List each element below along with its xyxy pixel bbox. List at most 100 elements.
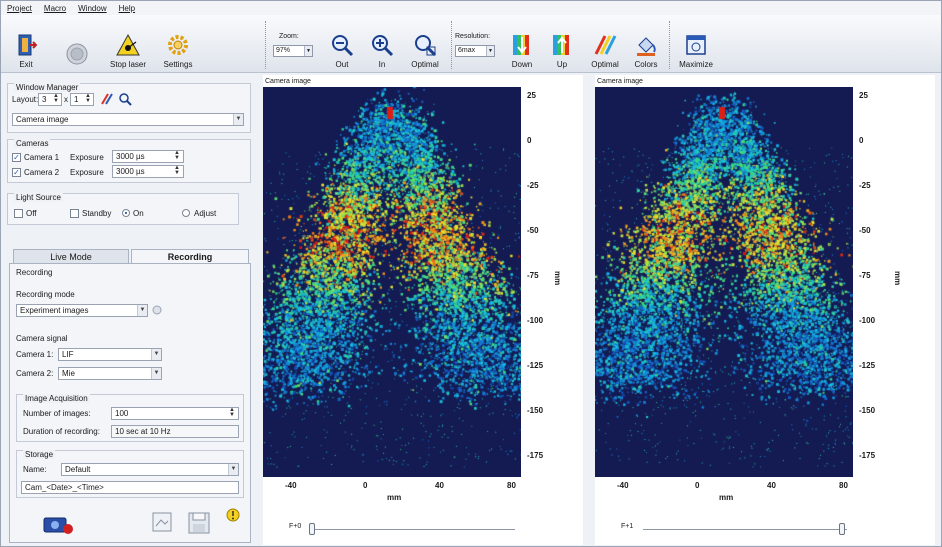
menu-project[interactable]: Project xyxy=(1,4,38,13)
camera1-label: Camera 1 xyxy=(24,153,60,162)
zoom-out-icon xyxy=(332,35,354,57)
light-on-radio[interactable] xyxy=(122,209,130,217)
resolution-up-button[interactable]: Up xyxy=(547,19,577,71)
stop-laser-button[interactable]: Stop laser xyxy=(105,19,151,71)
light-standby-label: Standby xyxy=(82,209,112,218)
x-tick-label: 80 xyxy=(507,481,516,490)
x-tick-label: 40 xyxy=(435,481,444,490)
color-bar-down-icon xyxy=(513,35,529,55)
colors-button[interactable]: Colors xyxy=(629,19,663,71)
toolbar-separator xyxy=(451,21,452,69)
camera2-exposure-field[interactable]: 3000 µs ▲ ▼ xyxy=(112,165,184,178)
zoom-in-button[interactable]: In xyxy=(367,19,397,71)
frame-slider-thumb[interactable] xyxy=(839,523,845,535)
lens-icon xyxy=(66,43,88,65)
signal-cam1-select[interactable]: LIF ▼ xyxy=(58,348,162,361)
x-tick-label: 0 xyxy=(695,481,700,490)
exit-label: Exit xyxy=(19,60,33,69)
file-pattern-field[interactable]: Cam_<Date>_<Time> xyxy=(21,481,239,494)
color-optimal-button[interactable]: Optimal xyxy=(585,19,625,71)
spinner-arrows-icon: ▲ ▼ xyxy=(53,93,59,104)
chevron-down-icon: ▼ xyxy=(304,46,312,56)
resolution-down-button[interactable]: Down xyxy=(505,19,539,71)
storage-name-select[interactable]: Default ▼ xyxy=(61,463,239,476)
light-standby-checkbox[interactable] xyxy=(70,209,79,218)
camera1-exposure-field[interactable]: 3000 µs ▲ ▼ xyxy=(112,150,184,163)
auto-layout-icon[interactable] xyxy=(100,92,114,106)
chevron-down-icon: ▼ xyxy=(137,305,147,316)
number-of-images-field[interactable]: 100 ▲ ▼ xyxy=(111,407,239,420)
menu-macro[interactable]: Macro xyxy=(38,4,72,13)
menu-help[interactable]: Help xyxy=(113,4,141,13)
zoom-fit-icon[interactable] xyxy=(118,92,132,106)
light-off-checkbox[interactable] xyxy=(14,209,23,218)
frame-slider-thumb[interactable] xyxy=(309,523,315,535)
spinner-arrows-icon: ▲ ▼ xyxy=(174,150,180,161)
y-axis-unit: mm xyxy=(553,271,562,286)
settings-button[interactable]: Settings xyxy=(157,19,199,71)
signal-cam2-label: Camera 2: xyxy=(16,369,54,378)
y-tick-label: -75 xyxy=(527,271,539,280)
layout-times-label: x xyxy=(64,95,68,104)
number-of-images-value: 100 xyxy=(115,409,129,418)
x-tick-label: 0 xyxy=(363,481,368,490)
camera-image-canvas[interactable] xyxy=(263,87,521,477)
camera-lens-button[interactable] xyxy=(59,19,95,71)
storage-name-value: Default xyxy=(65,465,91,474)
exit-button[interactable]: Exit xyxy=(9,19,43,71)
y-tick-label: 0 xyxy=(859,136,864,145)
camera-image-canvas[interactable] xyxy=(595,87,853,477)
zoom-optimal-label: Optimal xyxy=(411,60,439,69)
paint-bucket-icon xyxy=(637,37,656,56)
laser-warning-icon xyxy=(116,33,140,56)
layout-x-spinner[interactable]: 3 ▲ ▼ xyxy=(38,93,62,106)
zoom-out-button[interactable]: Out xyxy=(327,19,357,71)
recording-mode-label: Recording mode xyxy=(16,290,75,299)
control-panel: Window Manager Layout: 3 ▲ ▼ x 1 ▲ ▼ Camer… xyxy=(5,75,255,545)
spinner-arrows-icon: ▲ ▼ xyxy=(174,165,180,176)
recording-title: Recording xyxy=(16,268,53,277)
resolution-value: 6max xyxy=(458,47,476,54)
zoom-select[interactable]: 97% ▼ xyxy=(273,45,313,57)
x-tick-label: -40 xyxy=(617,481,629,490)
maximize-button[interactable]: Maximize xyxy=(673,19,719,71)
resolution-select[interactable]: 6max ▼ xyxy=(455,45,495,57)
light-adjust-radio[interactable] xyxy=(182,209,190,217)
export-image-icon[interactable] xyxy=(150,510,176,536)
x-tick-label: -40 xyxy=(285,481,297,490)
x-tick-label: 40 xyxy=(767,481,776,490)
camera1-exposure-label: Exposure xyxy=(70,153,104,162)
y-tick-label: -125 xyxy=(527,361,544,370)
save-disk-icon[interactable] xyxy=(186,510,212,536)
tab-recording[interactable]: Recording xyxy=(131,249,249,263)
x-axis-unit: mm xyxy=(719,493,734,502)
signal-cam2-select[interactable]: Mie ▼ xyxy=(58,367,162,380)
storage-title: Storage xyxy=(23,450,56,459)
camera1-checkbox[interactable]: ✓ xyxy=(12,153,21,162)
settings-label: Settings xyxy=(163,60,193,69)
window-manager-group: Window Manager Layout: 3 ▲ ▼ x 1 ▲ ▼ Camer… xyxy=(7,83,251,133)
spinner-arrows-icon: ▲ ▼ xyxy=(229,407,235,418)
tab-live-mode[interactable]: Live Mode xyxy=(13,249,129,263)
camera2-exposure-label: Exposure xyxy=(70,168,104,177)
recording-panel: Recording Recording mode Experiment imag… xyxy=(9,263,251,543)
y-tick-label: -100 xyxy=(859,316,876,325)
number-of-images-label: Number of images: xyxy=(23,409,91,418)
zoom-optimal-button[interactable]: Optimal xyxy=(405,19,445,71)
view-select[interactable]: Camera image ▼ xyxy=(12,113,244,126)
image-acquisition-title: Image Acquisition xyxy=(23,394,90,403)
recording-mode-select[interactable]: Experiment images ▼ xyxy=(16,304,148,317)
frame-slider-track[interactable] xyxy=(643,529,847,530)
camera2-checkbox[interactable]: ✓ xyxy=(12,168,21,177)
toolbar-separator xyxy=(669,21,670,69)
cameras-title: Cameras xyxy=(14,139,51,148)
camera1-exposure-value: 3000 µs xyxy=(116,152,145,161)
frame-slider-track[interactable] xyxy=(311,529,515,530)
record-camera-icon[interactable] xyxy=(40,512,76,536)
menu-window[interactable]: Window xyxy=(72,4,112,13)
layout-y-spinner[interactable]: 1 ▲ ▼ xyxy=(70,93,94,106)
camera-view-title: Camera image xyxy=(597,78,643,85)
camera-signal-label: Camera signal xyxy=(16,334,68,343)
info-icon[interactable] xyxy=(152,305,162,315)
image-acquisition-group: Image Acquisition Number of images: 100 … xyxy=(16,394,244,442)
